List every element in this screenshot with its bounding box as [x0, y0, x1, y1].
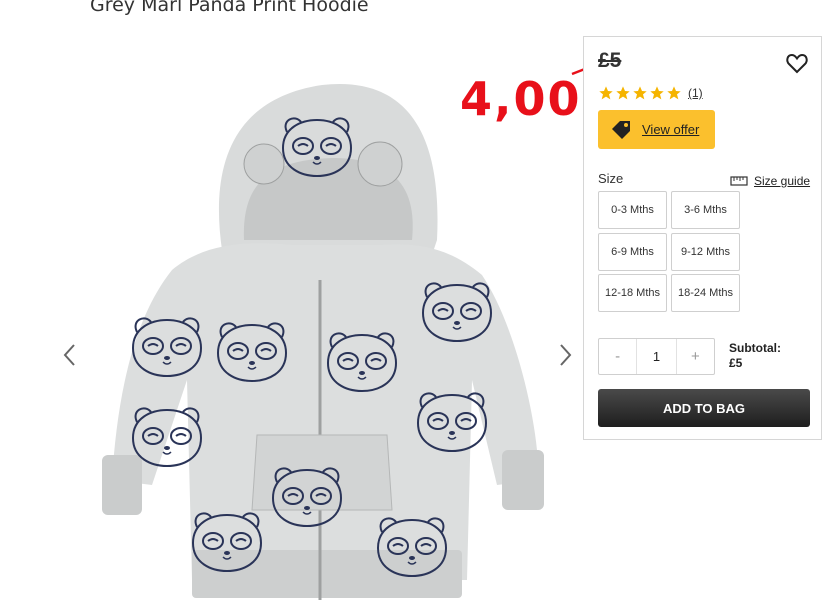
chevron-left-icon[interactable]	[62, 342, 78, 368]
price: £5	[598, 49, 622, 72]
purchase-panel: £5 (1) View offer Size Size guide 0-3 Mt…	[583, 36, 822, 440]
price-tag-icon	[612, 120, 630, 139]
size-label: Size	[598, 171, 624, 186]
size-guide-label: Size guide	[754, 174, 811, 188]
star-icon	[599, 86, 613, 100]
size-option-3-6[interactable]: 3-6 Mths	[671, 191, 740, 229]
size-option-6-9[interactable]: 6-9 Mths	[598, 233, 667, 271]
size-option-12-18[interactable]: 12-18 Mths	[598, 274, 667, 312]
review-count-link[interactable]: (1)	[688, 86, 703, 100]
size-option-0-3[interactable]: 0-3 Mths	[598, 191, 667, 229]
quantity-increase-button[interactable]: +	[677, 339, 714, 374]
subtotal: Subtotal: £5	[729, 341, 781, 371]
quantity-stepper: - 1 +	[598, 338, 715, 375]
subtotal-label: Subtotal:	[729, 341, 781, 355]
size-option-18-24[interactable]: 18-24 Mths	[671, 274, 740, 312]
chevron-right-icon[interactable]	[557, 342, 573, 368]
size-guide-link[interactable]: Size guide	[730, 174, 810, 188]
quantity-decrease-button[interactable]: -	[599, 339, 636, 374]
ruler-icon	[730, 176, 748, 186]
star-icon	[667, 86, 681, 100]
heart-icon[interactable]	[785, 51, 809, 75]
rating: (1)	[598, 85, 703, 101]
star-icon	[650, 86, 664, 100]
view-offer-button[interactable]: View offer	[598, 110, 715, 149]
product-title: Grey Marl Panda Print Hoodie	[90, 0, 369, 16]
size-option-9-12[interactable]: 9-12 Mths	[671, 233, 740, 271]
handwritten-price-annotation: 4,00	[460, 72, 582, 126]
view-offer-label: View offer	[642, 122, 700, 137]
star-rating	[598, 85, 683, 101]
star-icon	[616, 86, 630, 100]
quantity-value[interactable]: 1	[636, 339, 677, 374]
star-icon	[633, 86, 647, 100]
product-image	[102, 83, 544, 600]
add-to-bag-button[interactable]: ADD TO BAG	[598, 389, 810, 427]
subtotal-value: £5	[729, 356, 743, 370]
